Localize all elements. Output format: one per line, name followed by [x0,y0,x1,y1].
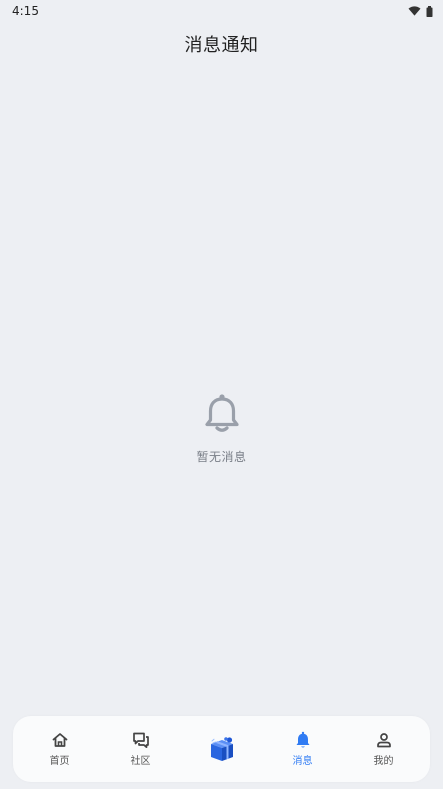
nav-item-profile[interactable]: 我的 [354,731,414,767]
nav-item-gift[interactable] [192,734,252,764]
nav-label-home: 首页 [49,756,70,767]
bell-icon [296,731,309,748]
bell-icon [204,394,239,432]
nav-label-community: 社区 [130,756,151,767]
nav-label-profile: 我的 [373,756,394,767]
nav-item-community[interactable]: 社区 [111,731,171,767]
wifi-icon [408,6,421,16]
home-icon [52,733,67,747]
status-icons [408,5,433,17]
status-bar: 4:15 [0,0,443,22]
status-time: 4:15 [12,4,39,18]
nav-item-home[interactable]: 首页 [30,731,90,767]
page-title: 消息通知 [184,35,259,56]
battery-icon [426,5,433,17]
screen: 4:15 消息通知 暂无消息 首页 社区 消息 我的 [0,0,443,789]
bottom-nav: 首页 社区 消息 我的 [13,716,430,782]
nav-label-messages: 消息 [292,756,313,767]
empty-state: 暂无消息 [0,392,443,465]
gift-box-icon [210,737,233,761]
nav-item-messages[interactable]: 消息 [273,731,333,767]
chat-bubbles-icon [132,732,149,749]
person-icon [376,733,391,748]
empty-state-text: 暂无消息 [196,450,247,464]
